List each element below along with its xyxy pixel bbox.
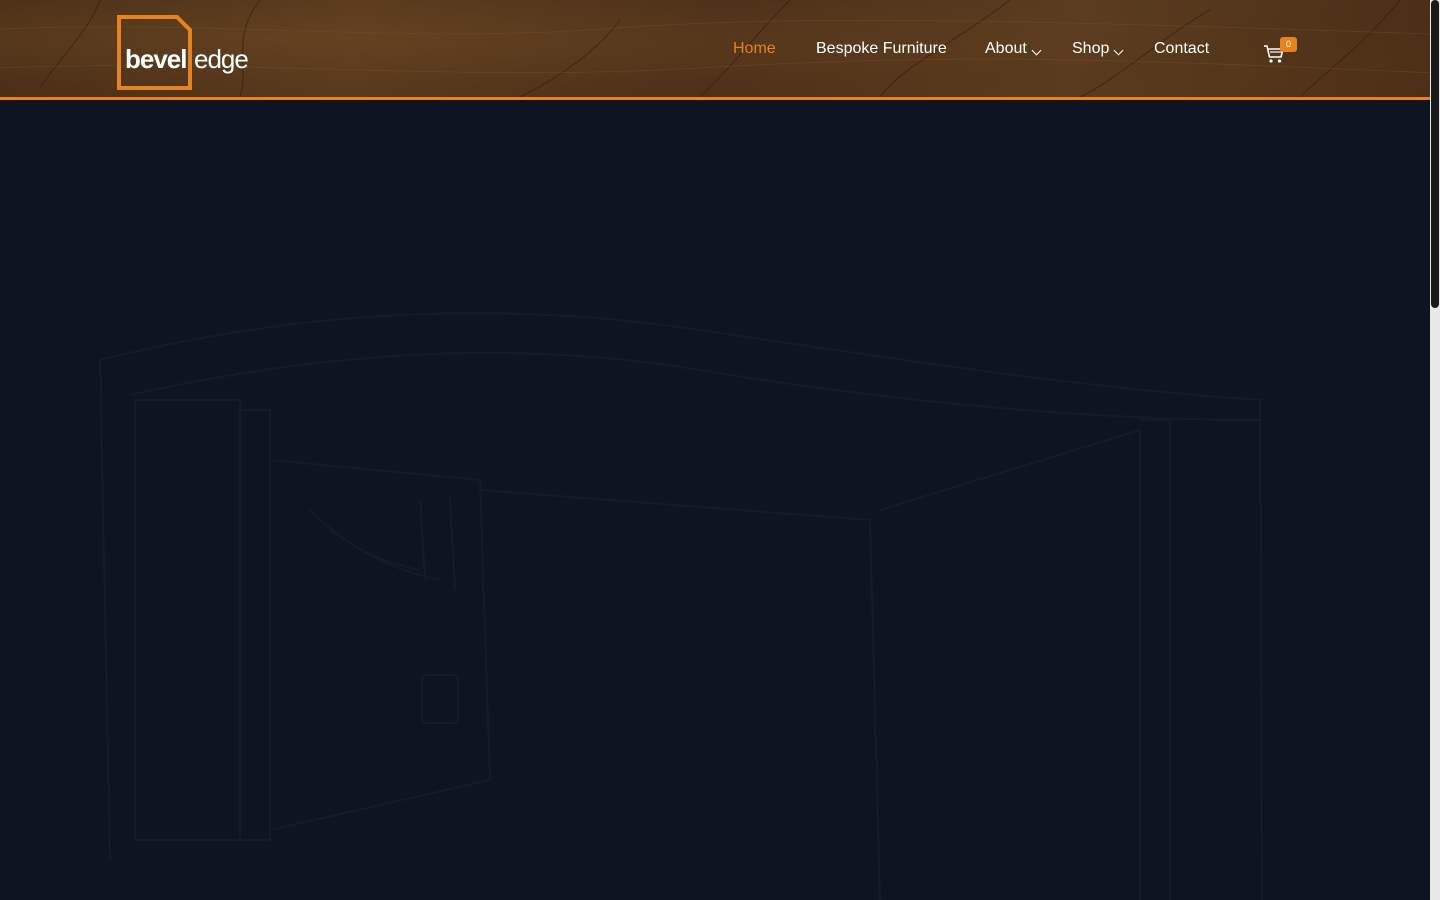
chevron-down-icon bbox=[1031, 45, 1042, 56]
nav-about[interactable]: About bbox=[985, 40, 1042, 58]
site-header: bevel edge Home Bespoke Furniture About … bbox=[0, 0, 1430, 100]
nav-home[interactable]: Home bbox=[733, 40, 776, 58]
cart-count-badge: 0 bbox=[1280, 37, 1297, 52]
nav-about-label: About bbox=[985, 40, 1027, 57]
bevel-edge-logo[interactable]: bevel edge bbox=[117, 15, 252, 90]
logo-text-edge: edge bbox=[194, 44, 249, 74]
scrollbar-thumb[interactable] bbox=[1431, 0, 1439, 308]
hero-banner bbox=[0, 100, 1430, 900]
hero-furniture-image bbox=[99, 312, 1263, 900]
logo-text-bevel: bevel bbox=[125, 44, 187, 74]
nav-shop[interactable]: Shop bbox=[1072, 40, 1124, 58]
page: bevel edge Home Bespoke Furniture About … bbox=[0, 0, 1440, 900]
nav-contact[interactable]: Contact bbox=[1154, 40, 1209, 58]
page-scrollbar[interactable] bbox=[1430, 0, 1440, 900]
nav-shop-label: Shop bbox=[1072, 40, 1110, 57]
chevron-down-icon bbox=[1113, 45, 1124, 56]
nav-bespoke-furniture[interactable]: Bespoke Furniture bbox=[816, 40, 947, 58]
